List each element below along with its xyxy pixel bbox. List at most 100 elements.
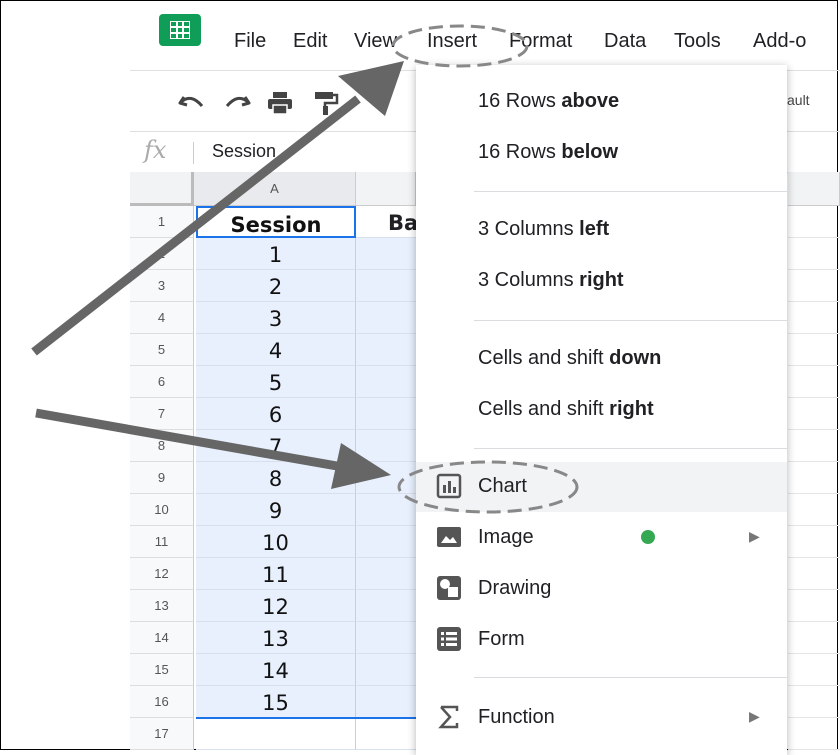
row-header[interactable]: 14 bbox=[130, 622, 194, 654]
cell-b[interactable] bbox=[356, 494, 416, 526]
cell-partial[interactable] bbox=[788, 590, 840, 622]
cell-b[interactable]: Ba bbox=[356, 206, 418, 238]
formula-input[interactable]: Session bbox=[212, 141, 276, 162]
menu-addons[interactable]: Add-o bbox=[753, 30, 806, 53]
cell-partial[interactable] bbox=[788, 494, 840, 526]
cell-a[interactable]: 1 bbox=[196, 238, 356, 270]
row-header[interactable]: 17 bbox=[130, 718, 194, 750]
cell-b[interactable] bbox=[356, 526, 416, 558]
menu-item-form[interactable]: Form bbox=[416, 615, 787, 665]
menu-file[interactable]: File bbox=[234, 30, 266, 53]
cell-a[interactable]: 15 bbox=[196, 686, 356, 718]
select-all-corner[interactable] bbox=[130, 172, 194, 206]
cell-b[interactable] bbox=[356, 334, 416, 366]
row-header[interactable]: 12 bbox=[130, 558, 194, 590]
cell-partial[interactable] bbox=[788, 686, 840, 718]
row-header[interactable]: 3 bbox=[130, 270, 194, 302]
cell-partial[interactable] bbox=[788, 558, 840, 590]
cell-b[interactable] bbox=[356, 462, 416, 494]
menu-item-image[interactable]: Image ▶ bbox=[416, 513, 787, 563]
menu-item-function[interactable]: Function ▶ bbox=[416, 693, 787, 743]
row-header[interactable]: 5 bbox=[130, 334, 194, 366]
cell-b[interactable] bbox=[356, 398, 416, 430]
row-header[interactable]: 15 bbox=[130, 654, 194, 686]
cell-partial[interactable] bbox=[788, 366, 840, 398]
cell-b[interactable] bbox=[356, 430, 416, 462]
cell-b[interactable] bbox=[356, 302, 416, 334]
cell-b[interactable] bbox=[356, 270, 416, 302]
cell-a[interactable]: 3 bbox=[196, 302, 356, 334]
cell-b[interactable] bbox=[356, 590, 416, 622]
menu-item-drawing[interactable]: Drawing bbox=[416, 564, 787, 614]
cell-partial[interactable] bbox=[788, 270, 840, 302]
cell-b[interactable] bbox=[356, 238, 416, 270]
cell-a[interactable]: 11 bbox=[196, 558, 356, 590]
cell-partial[interactable] bbox=[788, 302, 840, 334]
cell-a[interactable] bbox=[196, 718, 356, 750]
cell-partial[interactable] bbox=[788, 206, 840, 238]
row-header[interactable]: 11 bbox=[130, 526, 194, 558]
menu-insert[interactable]: Insert bbox=[427, 30, 477, 53]
cell-a[interactable]: 4 bbox=[196, 334, 356, 366]
row-header[interactable]: 1 bbox=[130, 206, 194, 238]
cell-a[interactable]: 9 bbox=[196, 494, 356, 526]
menu-item-cells-shift-down[interactable]: Cells and shift down bbox=[416, 334, 787, 384]
cell-partial[interactable] bbox=[788, 238, 840, 270]
menu-format[interactable]: Format bbox=[509, 30, 572, 53]
cell-a[interactable]: 2 bbox=[196, 270, 356, 302]
row-header[interactable]: 16 bbox=[130, 686, 194, 718]
column-header-b[interactable] bbox=[356, 172, 416, 206]
cell-partial[interactable] bbox=[788, 430, 840, 462]
cell-partial[interactable] bbox=[788, 398, 840, 430]
row-header[interactable]: 7 bbox=[130, 398, 194, 430]
font-select-partial[interactable]: ault bbox=[787, 92, 810, 108]
menu-edit[interactable]: Edit bbox=[293, 30, 327, 53]
row-header[interactable]: 13 bbox=[130, 590, 194, 622]
menu-item-cells-shift-right[interactable]: Cells and shift right bbox=[416, 385, 787, 435]
cell-b[interactable] bbox=[356, 558, 416, 590]
cell-b[interactable] bbox=[356, 622, 416, 654]
cell-a[interactable]: 6 bbox=[196, 398, 356, 430]
cell-b[interactable] bbox=[356, 366, 416, 398]
cell-partial[interactable] bbox=[788, 654, 840, 686]
cell-partial[interactable] bbox=[788, 622, 840, 654]
menu-item-chart[interactable]: Chart bbox=[416, 462, 787, 512]
cell-b[interactable] bbox=[356, 718, 416, 750]
cell-a[interactable]: 8 bbox=[196, 462, 356, 494]
menu-item-columns-left[interactable]: 3 Columns left bbox=[416, 205, 787, 255]
row-header[interactable]: 6 bbox=[130, 366, 194, 398]
cells-down-bold: down bbox=[609, 347, 662, 369]
menu-view[interactable]: View bbox=[354, 30, 397, 53]
cell-b[interactable] bbox=[356, 686, 416, 718]
column-header-partial[interactable] bbox=[788, 172, 840, 206]
cell-a[interactable]: 5 bbox=[196, 366, 356, 398]
cell-partial[interactable] bbox=[788, 718, 840, 750]
menu-item-rows-below[interactable]: 16 Rows below bbox=[416, 128, 787, 178]
cell-partial[interactable] bbox=[788, 462, 840, 494]
cell-a[interactable]: 12 bbox=[196, 590, 356, 622]
paint-format-icon[interactable] bbox=[313, 91, 339, 115]
cell-a[interactable]: 10 bbox=[196, 526, 356, 558]
undo-icon[interactable] bbox=[178, 91, 206, 113]
redo-icon[interactable] bbox=[223, 91, 251, 113]
row-header[interactable]: 9 bbox=[130, 462, 194, 494]
menu-tools[interactable]: Tools bbox=[674, 30, 721, 53]
cell-a[interactable]: Session bbox=[196, 206, 356, 238]
row-header[interactable]: 8 bbox=[130, 430, 194, 462]
cell-a[interactable]: 7 bbox=[196, 430, 356, 462]
chart-icon bbox=[436, 473, 462, 499]
menu-data[interactable]: Data bbox=[604, 30, 646, 53]
column-header-a[interactable]: A bbox=[194, 172, 356, 206]
menu-item-rows-above[interactable]: 16 Rows above bbox=[416, 77, 787, 127]
sheets-logo-icon[interactable] bbox=[159, 14, 201, 46]
cell-b[interactable] bbox=[356, 654, 416, 686]
cell-partial[interactable] bbox=[788, 334, 840, 366]
print-icon[interactable] bbox=[266, 91, 294, 115]
row-header[interactable]: 2 bbox=[130, 238, 194, 270]
cell-a[interactable]: 13 bbox=[196, 622, 356, 654]
row-header[interactable]: 4 bbox=[130, 302, 194, 334]
row-header[interactable]: 10 bbox=[130, 494, 194, 526]
cell-a[interactable]: 14 bbox=[196, 654, 356, 686]
cell-partial[interactable] bbox=[788, 526, 840, 558]
menu-item-columns-right[interactable]: 3 Columns right bbox=[416, 256, 787, 306]
